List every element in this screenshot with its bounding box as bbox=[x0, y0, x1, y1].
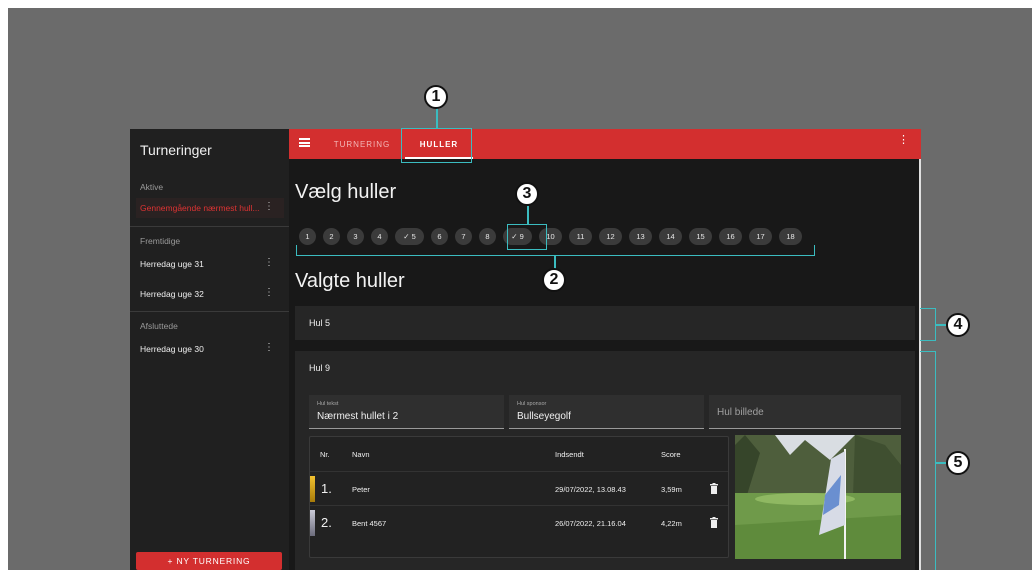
hole-9-title: Hul 9 bbox=[309, 363, 331, 373]
section-label-finished: Afsluttede bbox=[140, 321, 178, 331]
hole-chip-16[interactable]: 16 bbox=[719, 228, 742, 245]
hole-chip-15[interactable]: 15 bbox=[689, 228, 712, 245]
select-holes-heading: Vælg huller bbox=[295, 181, 397, 203]
sidebar-item-label: Gennemgående nærmest hull... bbox=[140, 203, 260, 213]
section-label-upcoming: Fremtidige bbox=[140, 236, 181, 246]
sidebar-item-herredag-31[interactable]: Herredag uge 31 ⋮ bbox=[136, 254, 284, 274]
hamburger-menu-icon[interactable] bbox=[299, 138, 310, 147]
more-vert-icon[interactable]: ⋮ bbox=[898, 135, 909, 146]
hole-chip-7[interactable]: 7 bbox=[455, 228, 472, 245]
hole-chip-12[interactable]: 12 bbox=[599, 228, 622, 245]
hole-9-panel: Hul 9 Hul tekst Nærmest hullet i 2 Hul s… bbox=[295, 351, 915, 570]
hole-photo bbox=[735, 435, 901, 559]
callout-line-4 bbox=[936, 324, 946, 326]
more-vert-icon[interactable]: ⋮ bbox=[264, 257, 274, 269]
hole-5-title: Hul 5 bbox=[309, 318, 331, 328]
rank-color-bar bbox=[310, 476, 315, 502]
callout-bracket-5 bbox=[920, 351, 936, 570]
col-header-submitted: Indsendt bbox=[555, 450, 584, 459]
trash-icon[interactable] bbox=[710, 483, 718, 494]
hole-5-panel[interactable]: Hul 5 bbox=[295, 306, 915, 340]
hole-chip-8[interactable]: 8 bbox=[479, 228, 496, 245]
callout-line-5 bbox=[936, 462, 946, 464]
hole-chip-1[interactable]: 1 bbox=[299, 228, 316, 245]
field-value: Nærmest hullet i 2 bbox=[317, 411, 399, 422]
new-tournament-button[interactable]: + NY TURNERING bbox=[136, 552, 282, 570]
callout-marker-4: 4 bbox=[946, 313, 970, 337]
hole-chip-11[interactable]: 11 bbox=[569, 228, 592, 245]
hole-chip-17[interactable]: 17 bbox=[749, 228, 772, 245]
main-content: TURNERING HULLER ⋮ Vælg huller 1 2 3 4 ✓ 567… bbox=[289, 129, 921, 570]
results-table: Nr. Navn Indsendt Score 1. Peter 29/07/2… bbox=[309, 436, 729, 558]
sidebar-item-herredag-32[interactable]: Herredag uge 32 ⋮ bbox=[136, 284, 284, 304]
score-cell: 3,59m bbox=[661, 485, 682, 494]
tab-turnering[interactable]: TURNERING bbox=[329, 129, 395, 159]
more-vert-icon[interactable]: ⋮ bbox=[264, 201, 274, 213]
field-label: Hul sponsor bbox=[517, 401, 547, 407]
col-header-nr: Nr. bbox=[320, 450, 330, 459]
hole-image-field[interactable]: Hul billede bbox=[709, 395, 901, 429]
callout-bracket-2 bbox=[296, 245, 815, 256]
hole-chip-13[interactable]: 13 bbox=[629, 228, 652, 245]
hole-chip-5[interactable]: ✓ 5 bbox=[395, 228, 424, 245]
hole-chip-4[interactable]: 4 bbox=[371, 228, 388, 245]
field-label: Hul tekst bbox=[317, 401, 339, 407]
app-bar: TURNERING HULLER ⋮ bbox=[289, 129, 921, 159]
hole-sponsor-field[interactable]: Hul sponsor Bullseyegolf bbox=[509, 395, 704, 429]
sidebar-item-label: Herredag uge 30 bbox=[140, 344, 204, 354]
rank: 1. bbox=[321, 481, 332, 496]
trash-icon[interactable] bbox=[710, 517, 718, 528]
hole-chip-6[interactable]: 6 bbox=[431, 228, 448, 245]
divider bbox=[130, 226, 289, 227]
hole-chip-2[interactable]: 2 bbox=[323, 228, 340, 245]
submitted-cell: 29/07/2022, 13.08.43 bbox=[555, 485, 626, 494]
name-cell: Peter bbox=[352, 485, 370, 494]
hole-chip-3[interactable]: 3 bbox=[347, 228, 364, 245]
callout-line-3 bbox=[527, 206, 529, 224]
divider bbox=[130, 311, 289, 312]
rank: 2. bbox=[321, 515, 332, 530]
sidebar-item-label: Herredag uge 32 bbox=[140, 289, 204, 299]
name-cell: Bent 4567 bbox=[352, 519, 387, 528]
field-value: Bullseyegolf bbox=[517, 411, 571, 422]
field-placeholder: Hul billede bbox=[717, 407, 764, 418]
callout-line-1 bbox=[436, 108, 438, 128]
hole-chip-14[interactable]: 14 bbox=[659, 228, 682, 245]
callout-marker-3: 3 bbox=[515, 182, 539, 206]
sidebar-item-active-tournament[interactable]: Gennemgående nærmest hull... ⋮ bbox=[136, 198, 284, 218]
rank-color-bar bbox=[310, 510, 315, 536]
score-cell: 4,22m bbox=[661, 519, 682, 528]
more-vert-icon[interactable]: ⋮ bbox=[264, 342, 274, 354]
submitted-cell: 26/07/2022, 21.16.04 bbox=[555, 519, 626, 528]
callout-marker-5: 5 bbox=[946, 451, 970, 475]
col-header-name: Navn bbox=[352, 450, 370, 459]
sidebar: Turneringer Aktive Gennemgående nærmest … bbox=[130, 129, 289, 570]
callout-marker-2: 2 bbox=[542, 268, 566, 292]
callout-box-1 bbox=[401, 128, 472, 163]
sidebar-item-label: Herredag uge 31 bbox=[140, 259, 204, 269]
more-vert-icon[interactable]: ⋮ bbox=[264, 287, 274, 299]
sidebar-title: Turneringer bbox=[140, 142, 212, 158]
table-row: 2. Bent 4567 26/07/2022, 21.16.04 4,22m bbox=[310, 505, 728, 539]
hole-chip-18[interactable]: 18 bbox=[779, 228, 802, 245]
col-header-score: Score bbox=[661, 450, 681, 459]
callout-marker-1: 1 bbox=[424, 85, 448, 109]
callout-bracket-4 bbox=[920, 308, 936, 341]
hole-text-field[interactable]: Hul tekst Nærmest hullet i 2 bbox=[309, 395, 504, 429]
selected-holes-heading: Valgte huller bbox=[295, 270, 405, 292]
table-row: 1. Peter 29/07/2022, 13.08.43 3,59m bbox=[310, 471, 728, 505]
section-label-active: Aktive bbox=[140, 182, 164, 192]
sidebar-item-herredag-30[interactable]: Herredag uge 30 ⋮ bbox=[136, 339, 284, 359]
